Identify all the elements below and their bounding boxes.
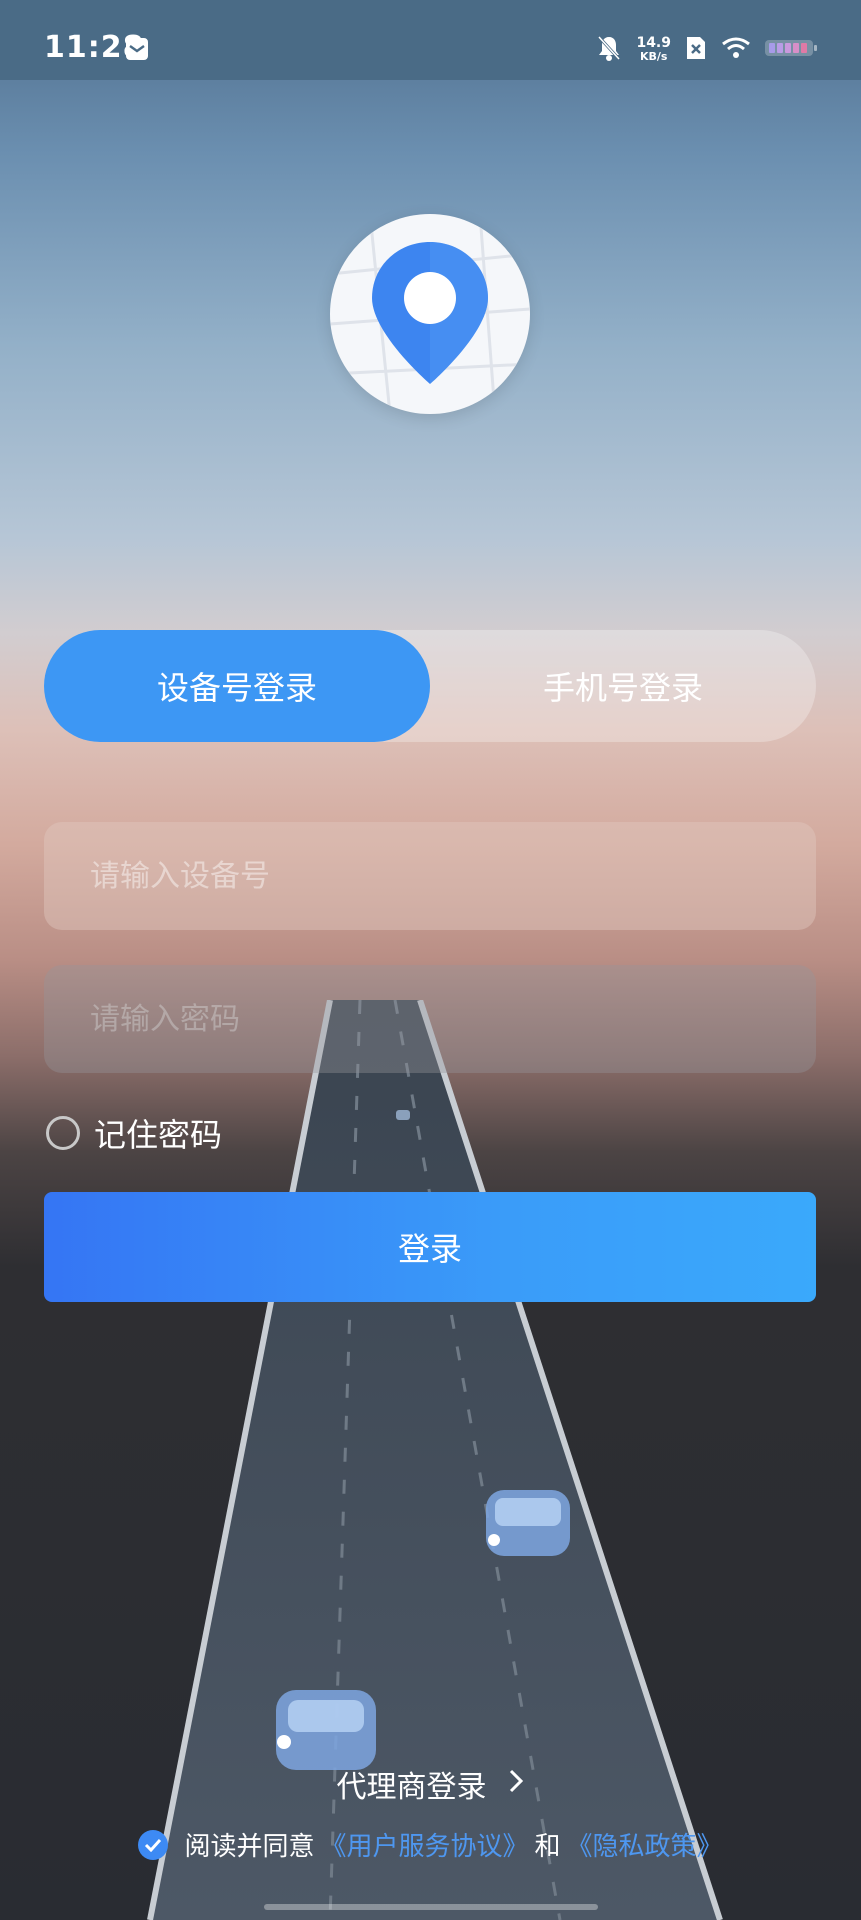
home-indicator[interactable] bbox=[264, 1904, 598, 1910]
tab-phone-login[interactable]: 手机号登录 bbox=[430, 630, 816, 742]
password-input[interactable] bbox=[44, 965, 816, 1073]
net-speed-value: 14.9 bbox=[636, 35, 671, 51]
wifi-icon bbox=[721, 36, 751, 64]
device-number-input[interactable] bbox=[44, 822, 816, 930]
no-sim-icon bbox=[685, 35, 707, 65]
agreement-row: 阅读并同意 《用户服务协议》 和 《隐私政策》 bbox=[0, 1826, 861, 1863]
login-type-tabs: 设备号登录 手机号登录 bbox=[44, 630, 816, 742]
agree-checkbox[interactable] bbox=[138, 1829, 169, 1860]
remember-radio[interactable] bbox=[46, 1116, 80, 1150]
check-icon bbox=[145, 1838, 162, 1852]
user-agreement-link[interactable]: 《用户服务协议》 bbox=[320, 1826, 528, 1863]
agent-login-link[interactable]: 代理商登录 bbox=[0, 1762, 861, 1806]
mute-bell-icon bbox=[596, 34, 622, 66]
location-pin-icon bbox=[330, 214, 530, 414]
net-speed-unit: KB/s bbox=[639, 50, 668, 63]
agree-prefix: 阅读并同意 bbox=[184, 1832, 315, 1862]
agent-login-label: 代理商登录 bbox=[336, 1770, 487, 1805]
battery-icon bbox=[765, 38, 817, 62]
agree-and: 和 bbox=[534, 1832, 561, 1862]
login-button[interactable]: 登录 bbox=[44, 1192, 816, 1302]
mail-notification-icon bbox=[126, 38, 148, 60]
status-bar: 11:28 14.9 KB/s bbox=[0, 0, 861, 80]
remember-password-toggle[interactable]: 记住密码 bbox=[46, 1110, 222, 1156]
tab-device-login[interactable]: 设备号登录 bbox=[44, 630, 430, 742]
privacy-policy-link[interactable]: 《隐私政策》 bbox=[567, 1826, 723, 1863]
app-logo bbox=[330, 214, 530, 414]
remember-label: 记住密码 bbox=[94, 1116, 223, 1154]
network-speed: 14.9 KB/s bbox=[636, 36, 671, 64]
chevron-right-icon bbox=[507, 1767, 525, 1802]
